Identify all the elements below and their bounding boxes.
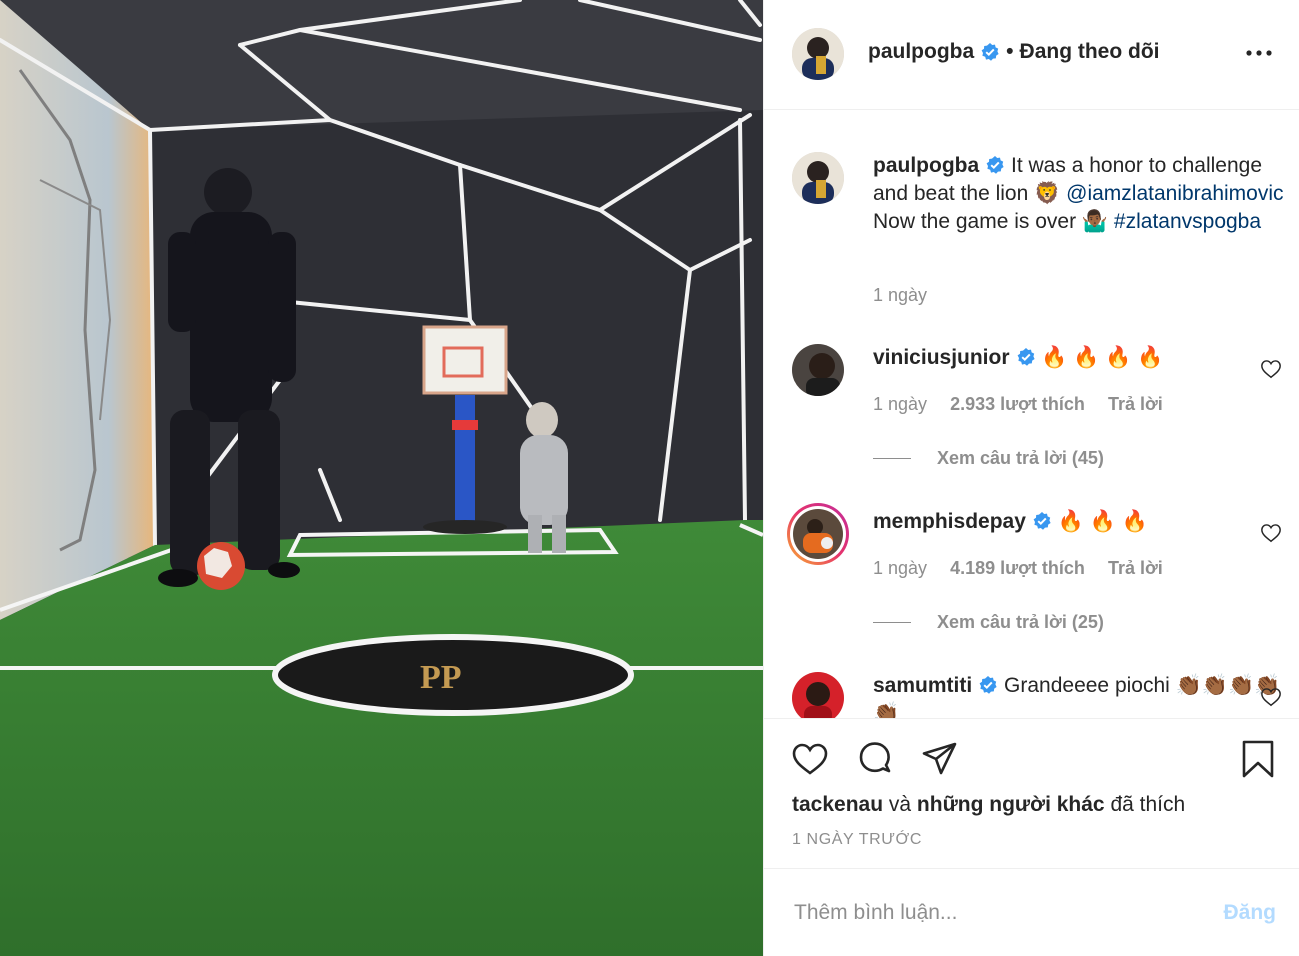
comment-meta: 1 ngày 2.933 lượt thích Trả lời bbox=[873, 394, 1181, 415]
like-comment-heart-icon[interactable] bbox=[1260, 686, 1282, 708]
avatar[interactable] bbox=[792, 152, 844, 204]
caption: paulpogba It was a honor to challenge an… bbox=[792, 152, 1299, 322]
hashtag-link[interactable]: #zlatanvspogba bbox=[1114, 210, 1261, 233]
comments-section[interactable]: paulpogba It was a honor to challenge an… bbox=[764, 110, 1299, 718]
avatar[interactable] bbox=[792, 28, 844, 80]
comment-username[interactable]: viniciusjunior bbox=[873, 346, 1010, 369]
reply-button[interactable]: Trả lời bbox=[1108, 558, 1163, 578]
view-replies-button[interactable]: Xem câu trả lời (45) bbox=[873, 448, 1104, 469]
caption-meta: 1 ngày bbox=[873, 285, 945, 306]
liked-by-joiner: và bbox=[888, 793, 912, 816]
caption-username[interactable]: paulpogba bbox=[873, 154, 979, 177]
like-comment-heart-icon[interactable] bbox=[1260, 522, 1282, 544]
comment-likes[interactable]: 4.189 lượt thích bbox=[950, 558, 1085, 578]
replies-divider bbox=[873, 458, 911, 459]
share-icon[interactable] bbox=[920, 739, 960, 779]
comment-icon[interactable] bbox=[855, 739, 895, 779]
avatar[interactable] bbox=[792, 344, 844, 396]
mention-link[interactable]: @iamzlatanibrahimovic bbox=[1066, 182, 1283, 205]
caption-time[interactable]: 1 ngày bbox=[873, 285, 927, 305]
view-replies-label: Xem câu trả lời (25) bbox=[937, 612, 1104, 632]
view-replies-label: Xem câu trả lời (45) bbox=[937, 448, 1104, 468]
following-button[interactable]: Đang theo dõi bbox=[1020, 40, 1160, 64]
comment-username[interactable]: samumtiti bbox=[873, 674, 972, 697]
verified-icon bbox=[1017, 348, 1035, 366]
comment-likes[interactable]: 2.933 lượt thích bbox=[950, 394, 1085, 414]
add-comment-bar: Đăng bbox=[764, 868, 1299, 956]
caption-body-2: Now the game is over 🤷🏾‍♂️ bbox=[873, 210, 1109, 233]
comment-time[interactable]: 1 ngày bbox=[873, 558, 927, 578]
liked-suffix: đã thích bbox=[1110, 793, 1186, 816]
separator-dot: • bbox=[1006, 40, 1014, 63]
post-comment-button[interactable]: Đăng bbox=[1224, 901, 1277, 925]
avatar[interactable] bbox=[787, 503, 849, 565]
header-title: paulpogba • Đang theo dõi bbox=[868, 40, 1160, 64]
verified-icon bbox=[1033, 512, 1051, 530]
verified-icon bbox=[979, 676, 997, 694]
comment-time[interactable]: 1 ngày bbox=[873, 394, 927, 414]
like-comment-heart-icon[interactable] bbox=[1260, 358, 1282, 380]
likes-summary: tackenau và những người khác đã thích bbox=[792, 793, 1185, 817]
post-panel: paulpogba • Đang theo dõi paulpogba It w… bbox=[763, 0, 1299, 956]
comment-text: memphisdepay 🔥 🔥 🔥 bbox=[873, 508, 1293, 536]
view-replies-button[interactable]: Xem câu trả lời (25) bbox=[873, 612, 1104, 633]
svg-text:PP: PP bbox=[420, 659, 462, 696]
avatar[interactable] bbox=[792, 672, 844, 718]
verified-icon bbox=[986, 156, 1004, 174]
post-time-ago[interactable]: 1 NGÀY TRƯỚC bbox=[792, 831, 922, 849]
reply-button[interactable]: Trả lời bbox=[1108, 394, 1163, 414]
comment-input[interactable] bbox=[792, 895, 1196, 931]
comment-body: 🔥 🔥 🔥 bbox=[1057, 510, 1148, 533]
comment-body: 🔥 🔥 🔥 🔥 bbox=[1041, 346, 1164, 369]
heart-icon[interactable] bbox=[790, 739, 830, 779]
comment-item: viniciusjunior 🔥 🔥 🔥 🔥 1 ngày 2.933 lượt… bbox=[792, 344, 1299, 474]
comment-username[interactable]: memphisdepay bbox=[873, 510, 1026, 533]
bookmark-icon[interactable] bbox=[1238, 739, 1278, 779]
liked-by-user[interactable]: tackenau bbox=[792, 793, 883, 816]
post-media[interactable]: PP bbox=[0, 0, 763, 956]
more-options-icon[interactable] bbox=[1244, 38, 1274, 68]
caption-text: paulpogba It was a honor to challenge an… bbox=[873, 152, 1293, 236]
replies-divider bbox=[873, 622, 911, 623]
comment-text: samumtiti Grandeeee piochi 👏🏾👏🏾👏🏾👏🏾👏🏾 bbox=[873, 672, 1293, 718]
comment-text: viniciusjunior 🔥 🔥 🔥 🔥 bbox=[873, 344, 1293, 372]
header-username[interactable]: paulpogba bbox=[868, 40, 974, 64]
post-header: paulpogba • Đang theo dõi bbox=[764, 0, 1299, 110]
comment-item: memphisdepay 🔥 🔥 🔥 1 ngày 4.189 lượt thí… bbox=[787, 503, 1299, 638]
liked-by-others[interactable]: những người khác bbox=[917, 793, 1105, 816]
verified-icon bbox=[981, 43, 999, 61]
comment-meta: 1 ngày 4.189 lượt thích Trả lời bbox=[873, 558, 1181, 579]
action-bar: tackenau và những người khác đã thích 1 … bbox=[764, 718, 1299, 869]
video-frame: PP bbox=[0, 0, 763, 956]
comment-item: samumtiti Grandeeee piochi 👏🏾👏🏾👏🏾👏🏾👏🏾 bbox=[792, 672, 1299, 718]
